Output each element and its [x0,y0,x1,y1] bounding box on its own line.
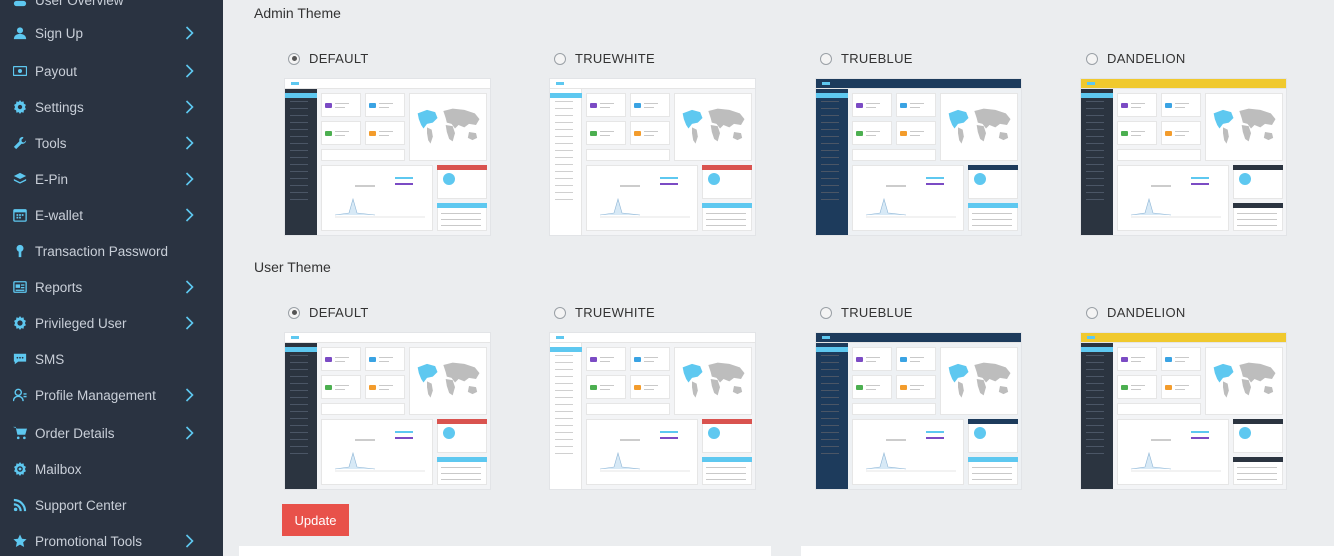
radio-label: TRUEWHITE [575,51,655,66]
admin-theme-default-preview[interactable] [285,79,490,235]
user-icon [13,26,27,40]
user-theme-radio-dandelion[interactable]: DANDELION [1086,305,1186,320]
chevron-right-icon [185,136,197,150]
chevron-right-icon [185,280,197,294]
sidebar-item-payout[interactable]: Payout [0,56,223,86]
sidebar-item-label: Support Center [35,497,127,513]
sidebar-item-privileged-user[interactable]: Privileged User [0,308,223,338]
admin-theme-dandelion-preview[interactable] [1081,79,1286,235]
sidebar-item-label: Sign Up [35,25,84,41]
user-theme-title: User Theme [254,259,331,275]
chevron-right-icon [185,388,197,402]
sidebar-item-label: Reports [35,279,83,295]
chevron-right-icon [185,172,197,186]
sidebar-item-label: Profile Management [35,387,156,403]
admin-theme-truewhite-preview[interactable] [550,79,755,235]
user-theme-radio-truewhite[interactable]: TRUEWHITE [554,305,655,320]
mail-gear-icon [13,462,27,476]
chevron-right-icon [185,426,197,440]
sidebar-item-label: User Overview [35,0,124,8]
sidebar-item-tools[interactable]: Tools [0,128,223,158]
sidebar-item-label: Tools [35,135,67,151]
user-theme-radio-default[interactable]: DEFAULT [288,305,369,320]
chevron-right-icon [185,100,197,114]
chevron-right-icon [185,64,197,78]
radio-label: TRUEBLUE [841,305,913,320]
sidebar-item-label: Transaction Password [35,243,169,259]
radio-button[interactable] [554,306,566,319]
sidebar-item-profile-management[interactable]: Profile Management [0,380,223,410]
radio-button[interactable] [820,52,832,65]
bottom-panel-left [239,546,771,556]
sidebar-item-settings[interactable]: Settings [0,92,223,122]
layers-icon [13,172,27,186]
admin-theme-radio-trueblue[interactable]: TRUEBLUE [820,51,913,66]
sidebar-item-label: Order Details [35,425,115,441]
bottom-panel-right [801,546,1334,556]
profile-icon [13,388,27,402]
admin-theme-trueblue-preview[interactable] [816,79,1021,235]
radio-label: TRUEWHITE [575,305,655,320]
sidebar-item-transaction-password[interactable]: Transaction Password [0,236,223,266]
user-theme-truewhite-preview[interactable] [550,333,755,489]
users-icon [13,0,27,7]
sidebar-item-label: Mailbox [35,461,82,477]
radio-label: DEFAULT [309,51,369,66]
sidebar-item-support-center[interactable]: Support Center [0,490,223,520]
main-content: Admin Theme DEFAULT TRUEWHITE TRUEBLUE DAND… [223,0,1334,556]
radio-button[interactable] [820,306,832,319]
chevron-right-icon [185,26,197,40]
chevron-right-icon [185,316,197,330]
sidebar: User Overview Sign Up Payout Settings Tools E… [0,0,223,556]
user-theme-radio-trueblue[interactable]: TRUEBLUE [820,305,913,320]
sidebar-item-order-details[interactable]: Order Details [0,418,223,448]
sidebar-item-promotional-tools[interactable]: Promotional Tools [0,526,223,556]
radio-label: TRUEBLUE [841,51,913,66]
sidebar-item-label: Settings [35,99,84,115]
sidebar-item-label: Payout [35,63,78,79]
radio-button[interactable] [554,52,566,65]
sidebar-item-reports[interactable]: Reports [0,272,223,302]
admin-theme-radio-truewhite[interactable]: TRUEWHITE [554,51,655,66]
sidebar-item-sms[interactable]: SMS [0,344,223,374]
sidebar-item-label: E-Pin [35,171,69,187]
sidebar-item-e-pin[interactable]: E-Pin [0,164,223,194]
sidebar-item-e-wallet[interactable]: E-wallet [0,200,223,230]
sidebar-item-mailbox[interactable]: Mailbox [0,454,223,484]
admin-theme-radio-dandelion[interactable]: DANDELION [1086,51,1186,66]
radio-label: DANDELION [1107,305,1186,320]
admin-theme-title: Admin Theme [254,5,341,21]
wrench-icon [13,136,27,150]
sidebar-item-label: SMS [35,351,65,367]
key-icon [13,244,27,258]
admin-theme-radio-default[interactable]: DEFAULT [288,51,369,66]
radio-button[interactable] [288,306,300,319]
sidebar-item-sign-up[interactable]: Sign Up [0,18,223,48]
user-theme-dandelion-preview[interactable] [1081,333,1286,489]
radio-button[interactable] [1086,306,1098,319]
update-button[interactable]: Update [282,504,349,536]
user-theme-trueblue-preview[interactable] [816,333,1021,489]
radio-button[interactable] [1086,52,1098,65]
cart-icon [13,426,27,440]
chevron-right-icon [185,534,197,548]
chat-icon [13,352,27,366]
star-icon [13,534,27,548]
sidebar-item-label: Privileged User [35,315,127,331]
cog-user-icon [13,316,27,330]
radio-button[interactable] [288,52,300,65]
calendar-icon [13,208,27,222]
chevron-right-icon [185,208,197,222]
gear-icon [13,100,27,114]
money-icon [13,64,27,78]
radio-label: DEFAULT [309,305,369,320]
sidebar-item-label: Promotional Tools [35,533,143,549]
radio-label: DANDELION [1107,51,1186,66]
user-theme-default-preview[interactable] [285,333,490,489]
sidebar-item-label: E-wallet [35,207,84,223]
sidebar-item-user-overview[interactable]: User Overview [0,0,223,15]
rss-icon [13,498,27,512]
report-icon [13,280,27,294]
